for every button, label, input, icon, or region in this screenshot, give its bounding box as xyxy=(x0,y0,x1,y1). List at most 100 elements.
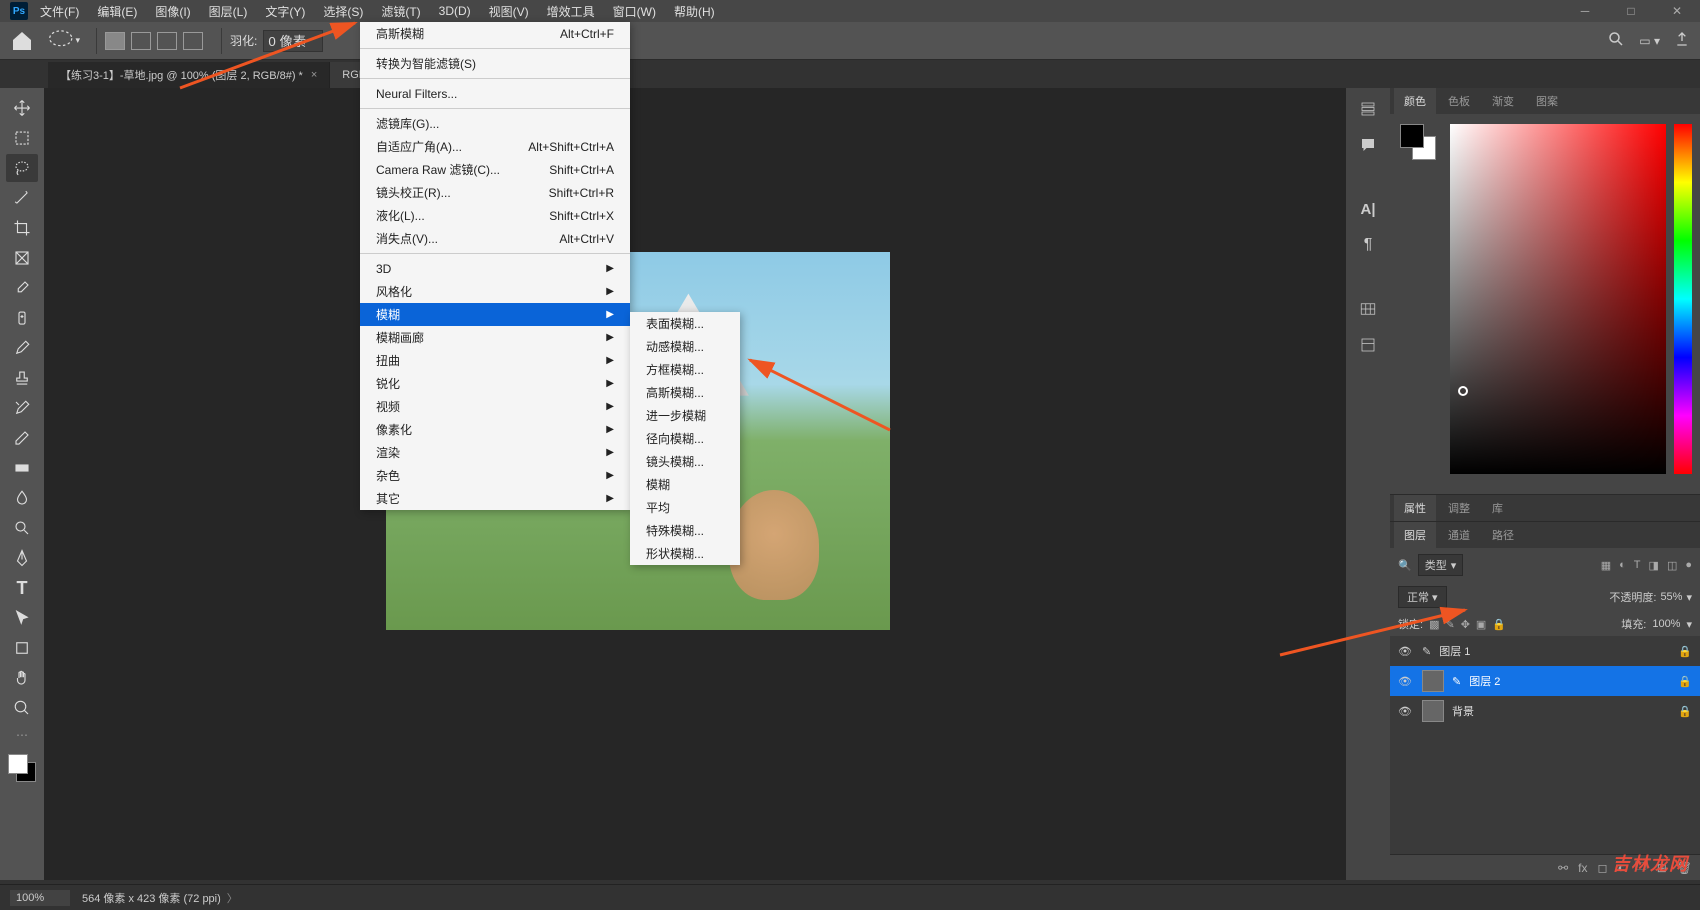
marquee-tool[interactable] xyxy=(6,124,38,152)
menu-item[interactable]: 锐化▶ xyxy=(360,372,630,395)
crop-tool[interactable] xyxy=(6,214,38,242)
filter-shape-icon[interactable]: ◨ xyxy=(1649,559,1659,572)
selection-subtract-icon[interactable] xyxy=(157,32,177,50)
layer-row[interactable]: 👁 ✎ 图层 2 🔒 xyxy=(1390,666,1700,696)
zoom-tool[interactable] xyxy=(6,694,38,722)
menu-item[interactable]: 杂色▶ xyxy=(360,464,630,487)
menu-item[interactable]: 3D▶ xyxy=(360,257,630,280)
type-tool[interactable]: T xyxy=(6,574,38,602)
menu-item[interactable]: 风格化▶ xyxy=(360,280,630,303)
window-maximize-icon[interactable]: □ xyxy=(1608,0,1654,22)
lock-icon[interactable]: 🔒 xyxy=(1678,675,1692,688)
styles-panel-icon[interactable] xyxy=(1355,332,1381,358)
tab-color[interactable]: 颜色 xyxy=(1394,88,1436,114)
tab-patterns[interactable]: 图案 xyxy=(1526,88,1568,114)
selection-intersect-icon[interactable] xyxy=(183,32,203,50)
tab-libraries[interactable]: 库 xyxy=(1482,495,1513,521)
link-layers-icon[interactable]: ⚯ xyxy=(1558,861,1568,875)
menu-layer[interactable]: 图层(L) xyxy=(209,3,248,20)
visibility-icon[interactable]: 👁 xyxy=(1398,705,1414,718)
menu-item[interactable]: 模糊画廊▶ xyxy=(360,326,630,349)
glyphs-panel-icon[interactable] xyxy=(1355,296,1381,322)
brush-tool[interactable] xyxy=(6,334,38,362)
stamp-tool[interactable] xyxy=(6,364,38,392)
tab-adjustments[interactable]: 调整 xyxy=(1438,495,1480,521)
menu-type[interactable]: 文字(Y) xyxy=(265,3,305,20)
submenu-item[interactable]: 形状模糊... xyxy=(630,542,740,565)
window-minimize-icon[interactable]: ─ xyxy=(1562,0,1608,22)
filter-adjust-icon[interactable]: ◐ xyxy=(1619,559,1626,572)
lock-artboard-icon[interactable]: ▣ xyxy=(1476,618,1486,631)
menu-item[interactable]: Camera Raw 滤镜(C)...Shift+Ctrl+A xyxy=(360,158,630,181)
submenu-item[interactable]: 模糊 xyxy=(630,473,740,496)
shape-tool[interactable] xyxy=(6,634,38,662)
menu-filter[interactable]: 滤镜(T) xyxy=(381,3,420,20)
eyedropper-tool[interactable] xyxy=(6,274,38,302)
window-close-icon[interactable]: ✕ xyxy=(1654,0,1700,22)
paragraph-panel-icon[interactable]: ¶ xyxy=(1355,232,1381,258)
frame-tool[interactable] xyxy=(6,244,38,272)
menu-view[interactable]: 视图(V) xyxy=(489,3,529,20)
submenu-item[interactable]: 特殊模糊... xyxy=(630,519,740,542)
lock-all-icon[interactable]: 🔒 xyxy=(1492,618,1506,631)
lock-position-icon[interactable]: ✥ xyxy=(1461,618,1470,631)
feather-input[interactable] xyxy=(263,30,323,52)
menu-item[interactable]: 高斯模糊Alt+Ctrl+F xyxy=(360,22,630,45)
submenu-item[interactable]: 进一步模糊 xyxy=(630,404,740,427)
filter-type-icon[interactable]: T xyxy=(1634,559,1641,572)
pen-tool[interactable] xyxy=(6,544,38,572)
comments-panel-icon[interactable] xyxy=(1355,132,1381,158)
lasso-tool-icon[interactable]: ▾ xyxy=(46,29,80,53)
tab-layers[interactable]: 图层 xyxy=(1394,522,1436,548)
dodge-tool[interactable] xyxy=(6,514,38,542)
fill-dropdown-icon[interactable]: ▾ xyxy=(1686,618,1692,631)
opacity-value[interactable]: 55% xyxy=(1660,591,1682,603)
menu-item[interactable]: Neural Filters... xyxy=(360,82,630,105)
close-tab-icon[interactable]: × xyxy=(311,69,317,81)
healing-tool[interactable] xyxy=(6,304,38,332)
submenu-item[interactable]: 动感模糊... xyxy=(630,335,740,358)
filter-smart-icon[interactable]: ◫ xyxy=(1667,559,1677,572)
foreground-background-colors[interactable] xyxy=(6,752,38,784)
opacity-dropdown-icon[interactable]: ▾ xyxy=(1686,591,1692,604)
menu-item[interactable]: 镜头校正(R)...Shift+Ctrl+R xyxy=(360,181,630,204)
submenu-item[interactable]: 表面模糊... xyxy=(630,312,740,335)
hand-tool[interactable] xyxy=(6,664,38,692)
share-icon[interactable] xyxy=(1674,31,1690,50)
menu-file[interactable]: 文件(F) xyxy=(40,3,79,20)
menu-select[interactable]: 选择(S) xyxy=(323,3,363,20)
menu-plugins[interactable]: 增效工具 xyxy=(547,3,595,20)
menu-item[interactable]: 液化(L)...Shift+Ctrl+X xyxy=(360,204,630,227)
menu-help[interactable]: 帮助(H) xyxy=(674,3,715,20)
layer-style-icon[interactable]: fx xyxy=(1578,861,1587,875)
submenu-item[interactable]: 平均 xyxy=(630,496,740,519)
filter-pixel-icon[interactable]: ▦ xyxy=(1601,559,1611,572)
search-icon[interactable]: 🔍 xyxy=(1398,559,1412,572)
menu-item[interactable]: 模糊▶ xyxy=(360,303,630,326)
color-swatches[interactable] xyxy=(1400,124,1436,160)
menu-window[interactable]: 窗口(W) xyxy=(613,3,656,20)
menu-item[interactable]: 其它▶ xyxy=(360,487,630,510)
lock-icon[interactable]: 🔒 xyxy=(1678,645,1692,658)
zoom-level[interactable]: 100% xyxy=(10,890,70,906)
menu-edit[interactable]: 编辑(E) xyxy=(97,3,137,20)
lock-icon[interactable]: 🔒 xyxy=(1678,705,1692,718)
path-selection-tool[interactable] xyxy=(6,604,38,632)
search-icon[interactable] xyxy=(1607,30,1625,51)
submenu-item[interactable]: 方框模糊... xyxy=(630,358,740,381)
menu-item[interactable]: 滤镜库(G)... xyxy=(360,112,630,135)
tab-paths[interactable]: 路径 xyxy=(1482,522,1524,548)
menu-item[interactable]: 自适应广角(A)...Alt+Shift+Ctrl+A xyxy=(360,135,630,158)
tab-swatches[interactable]: 色板 xyxy=(1438,88,1480,114)
menu-item[interactable]: 渲染▶ xyxy=(360,441,630,464)
tab-channels[interactable]: 通道 xyxy=(1438,522,1480,548)
blur-tool[interactable] xyxy=(6,484,38,512)
blend-mode-select[interactable]: 正常 ▾ xyxy=(1398,586,1447,608)
character-panel-icon[interactable]: A| xyxy=(1355,196,1381,222)
visibility-icon[interactable]: 👁 xyxy=(1398,645,1414,658)
hue-slider[interactable] xyxy=(1674,124,1692,474)
tab-properties[interactable]: 属性 xyxy=(1394,495,1436,521)
selection-add-icon[interactable] xyxy=(131,32,151,50)
history-panel-icon[interactable] xyxy=(1355,96,1381,122)
menu-item[interactable]: 扭曲▶ xyxy=(360,349,630,372)
